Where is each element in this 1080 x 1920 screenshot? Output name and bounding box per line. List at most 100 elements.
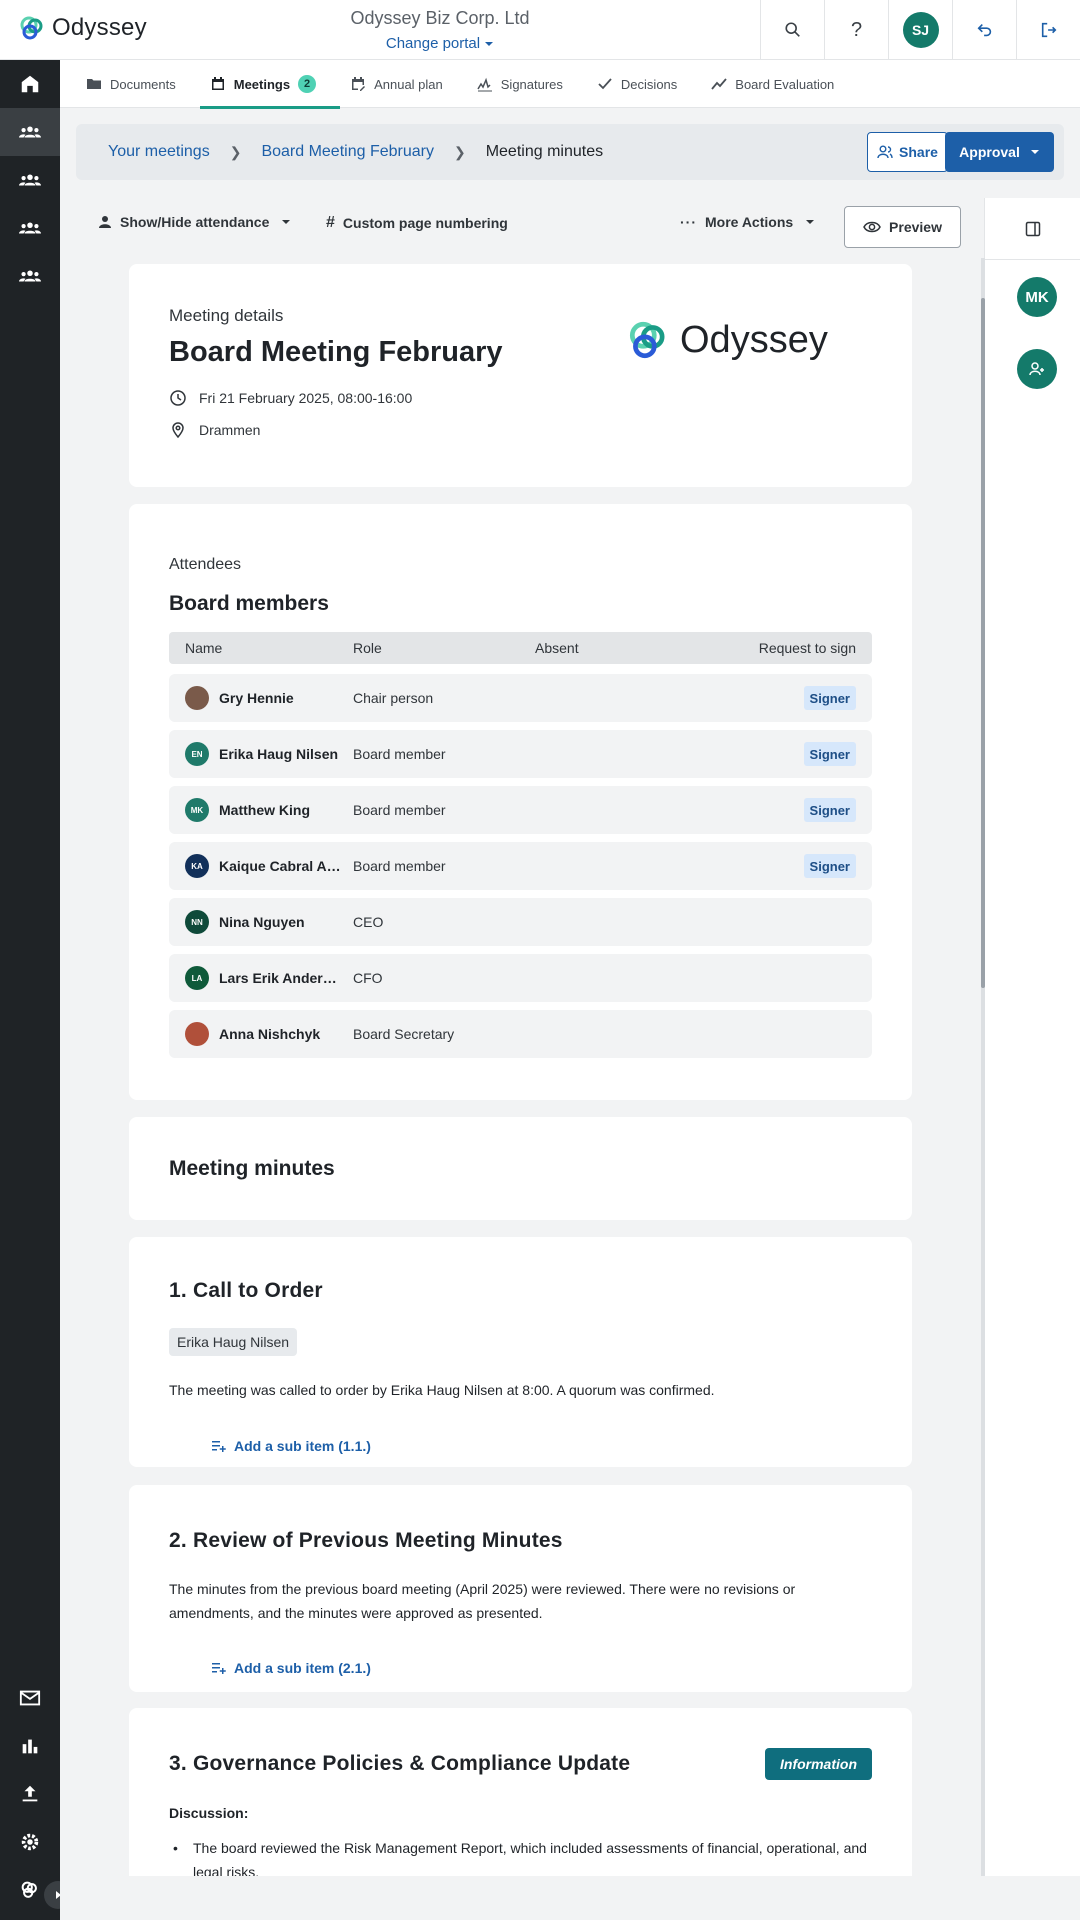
mail-icon xyxy=(19,1690,41,1706)
attendee-role: Board member xyxy=(353,802,446,818)
attendee-avatar: LA xyxy=(185,966,209,990)
attendee-role: CFO xyxy=(353,970,383,986)
scrollbar-thumb[interactable] xyxy=(981,298,985,988)
caret-down-icon xyxy=(1030,150,1039,154)
logout-icon xyxy=(1041,22,1056,38)
attendee-avatar xyxy=(185,1022,209,1046)
attendee-row[interactable]: KA Kaique Cabral Alencar Board member Signe… xyxy=(169,842,872,890)
attendee-name: Nina Nguyen xyxy=(219,914,305,930)
tab-board-evaluation[interactable]: Board Evaluation xyxy=(701,60,858,108)
item-text: The minutes from the previous board meet… xyxy=(169,1581,796,1621)
add-sub-item-button[interactable]: Add a sub item (2.1.) xyxy=(212,1660,371,1676)
item-title: 3. Governance Policies & Compliance Upda… xyxy=(169,1752,631,1775)
breadcrumb-meeting[interactable]: Board Meeting February xyxy=(261,143,434,161)
tab-annual-plan[interactable]: Annual plan xyxy=(340,60,467,108)
nav-board-1[interactable] xyxy=(0,108,60,156)
panel-toggle-icon xyxy=(1025,221,1040,236)
group-icon xyxy=(19,270,41,282)
attendee-row[interactable]: EN Erika Haug Nilsen Board member Signer xyxy=(169,730,872,778)
attendee-row[interactable]: NN Nina Nguyen CEO xyxy=(169,898,872,946)
tab-signatures[interactable]: Signatures xyxy=(467,60,587,108)
breadcrumb-current: Meeting minutes xyxy=(485,143,604,160)
tab-decisions[interactable]: Decisions xyxy=(587,60,701,108)
list-add-icon xyxy=(212,1441,226,1452)
right-side-panel: MK xyxy=(984,198,1080,1876)
group-icon xyxy=(19,222,41,234)
preview-button[interactable]: Preview xyxy=(844,206,961,248)
toggle-panel-button[interactable] xyxy=(985,198,1080,260)
add-sub-item-button[interactable]: Add a sub item (1.1.) xyxy=(212,1438,371,1454)
search-button[interactable] xyxy=(760,0,824,60)
nav-reports[interactable] xyxy=(0,1722,60,1770)
nav-upload[interactable] xyxy=(0,1770,60,1818)
approval-label: Approval xyxy=(959,144,1020,160)
col-request-to-sign: Request to sign xyxy=(758,640,856,656)
signer-badge[interactable]: Signer xyxy=(803,854,856,878)
show-hide-attendance-dropdown[interactable]: Show/Hide attendance xyxy=(98,214,291,230)
nav-board-3[interactable] xyxy=(0,204,60,252)
item-text: The meeting was called to order by Erika… xyxy=(169,1382,715,1398)
signer-badge[interactable]: Signer xyxy=(803,798,856,822)
signature-icon xyxy=(477,77,492,92)
caret-down-icon xyxy=(282,220,291,224)
discussion-bullet: • The board reviewed the Risk Management… xyxy=(173,1836,883,1876)
tab-label: Signatures xyxy=(500,76,563,92)
minutes-heading-card: Meeting minutes xyxy=(129,1117,912,1220)
agenda-item-3[interactable]: 3. Governance Policies & Compliance Upda… xyxy=(129,1708,912,1876)
attendee-row[interactable]: Anna Nishchyk Board Secretary xyxy=(169,1010,872,1058)
approval-button[interactable]: Approval xyxy=(945,132,1054,172)
user-avatar: SJ xyxy=(902,12,939,48)
calendar-edit-icon xyxy=(352,77,366,91)
attendee-row[interactable]: Gry Hennie Chair person Signer xyxy=(169,674,872,722)
more-actions-dropdown[interactable]: ··· More Actions xyxy=(680,214,815,230)
help-button[interactable]: ? xyxy=(824,0,888,60)
agenda-item-1[interactable]: 1. Call to Order Erika Haug Nilsen The m… xyxy=(129,1237,912,1467)
eye-icon xyxy=(863,221,881,233)
signer-badge[interactable]: Signer xyxy=(803,742,856,766)
meeting-title: Board Meeting February xyxy=(169,336,503,368)
add-sub-item-label: Add a sub item (2.1.) xyxy=(234,1660,371,1676)
information-badge: Information xyxy=(765,1748,872,1780)
chevron-right-icon: ❯ xyxy=(453,143,466,160)
attendee-name: Erika Haug Nilsen xyxy=(219,746,339,762)
numbering-label: Custom page numbering xyxy=(342,215,508,231)
breadcrumb-your-meetings[interactable]: Your meetings xyxy=(108,143,210,161)
nav-inbox[interactable] xyxy=(0,1674,60,1722)
collaborator-avatar[interactable]: MK xyxy=(1017,277,1057,317)
agenda-item-2[interactable]: 2. Review of Previous Meeting Minutes Th… xyxy=(129,1485,912,1692)
custom-page-numbering-button[interactable]: # Custom page numbering xyxy=(326,214,508,232)
responsible-person-chip[interactable]: Erika Haug Nilsen xyxy=(169,1328,298,1356)
attendee-role: Board member xyxy=(353,746,446,762)
group-icon xyxy=(19,174,41,186)
attendee-row[interactable]: LA Lars Erik Andersen CFO xyxy=(169,954,872,1002)
tab-label: Documents xyxy=(110,76,176,92)
attendee-name: Matthew King xyxy=(219,802,310,818)
company-logo-name: Odyssey xyxy=(680,318,828,361)
meeting-datetime: Fri 21 February 2025, 08:00-16:00 xyxy=(169,389,412,407)
odyssey-mark-icon xyxy=(21,1881,37,1898)
brand-logo[interactable]: Odyssey xyxy=(18,14,147,42)
attendees-panel-button[interactable] xyxy=(1017,349,1057,389)
hash-icon: # xyxy=(326,214,335,231)
signer-badge[interactable]: Signer xyxy=(803,686,856,710)
breadcrumb: Your meetings ❯ Board Meeting February ❯… xyxy=(76,124,1064,180)
tab-documents[interactable]: Documents xyxy=(76,60,200,108)
caret-down-icon xyxy=(485,41,494,46)
caret-down-icon xyxy=(806,220,815,224)
checkmark-icon xyxy=(598,78,612,90)
switch-back-button[interactable] xyxy=(952,0,1016,60)
nav-board-2[interactable] xyxy=(0,156,60,204)
tab-meetings[interactable]: Meetings 2 xyxy=(199,60,341,109)
user-menu-button[interactable]: SJ xyxy=(888,0,952,60)
change-portal-link[interactable]: Change portal xyxy=(386,35,494,52)
logout-button[interactable] xyxy=(1016,0,1080,60)
gear-icon xyxy=(21,1833,39,1851)
nav-board-4[interactable] xyxy=(0,252,60,300)
attendees-card: Attendees Board members Name Role Absent… xyxy=(129,504,912,1100)
col-role: Role xyxy=(353,640,382,656)
attendee-row[interactable]: MK Matthew King Board member Signer xyxy=(169,786,872,834)
nav-settings[interactable] xyxy=(0,1818,60,1866)
undo-arrow-icon xyxy=(977,24,991,37)
share-button[interactable]: Share xyxy=(867,132,948,172)
nav-home[interactable] xyxy=(0,60,60,108)
